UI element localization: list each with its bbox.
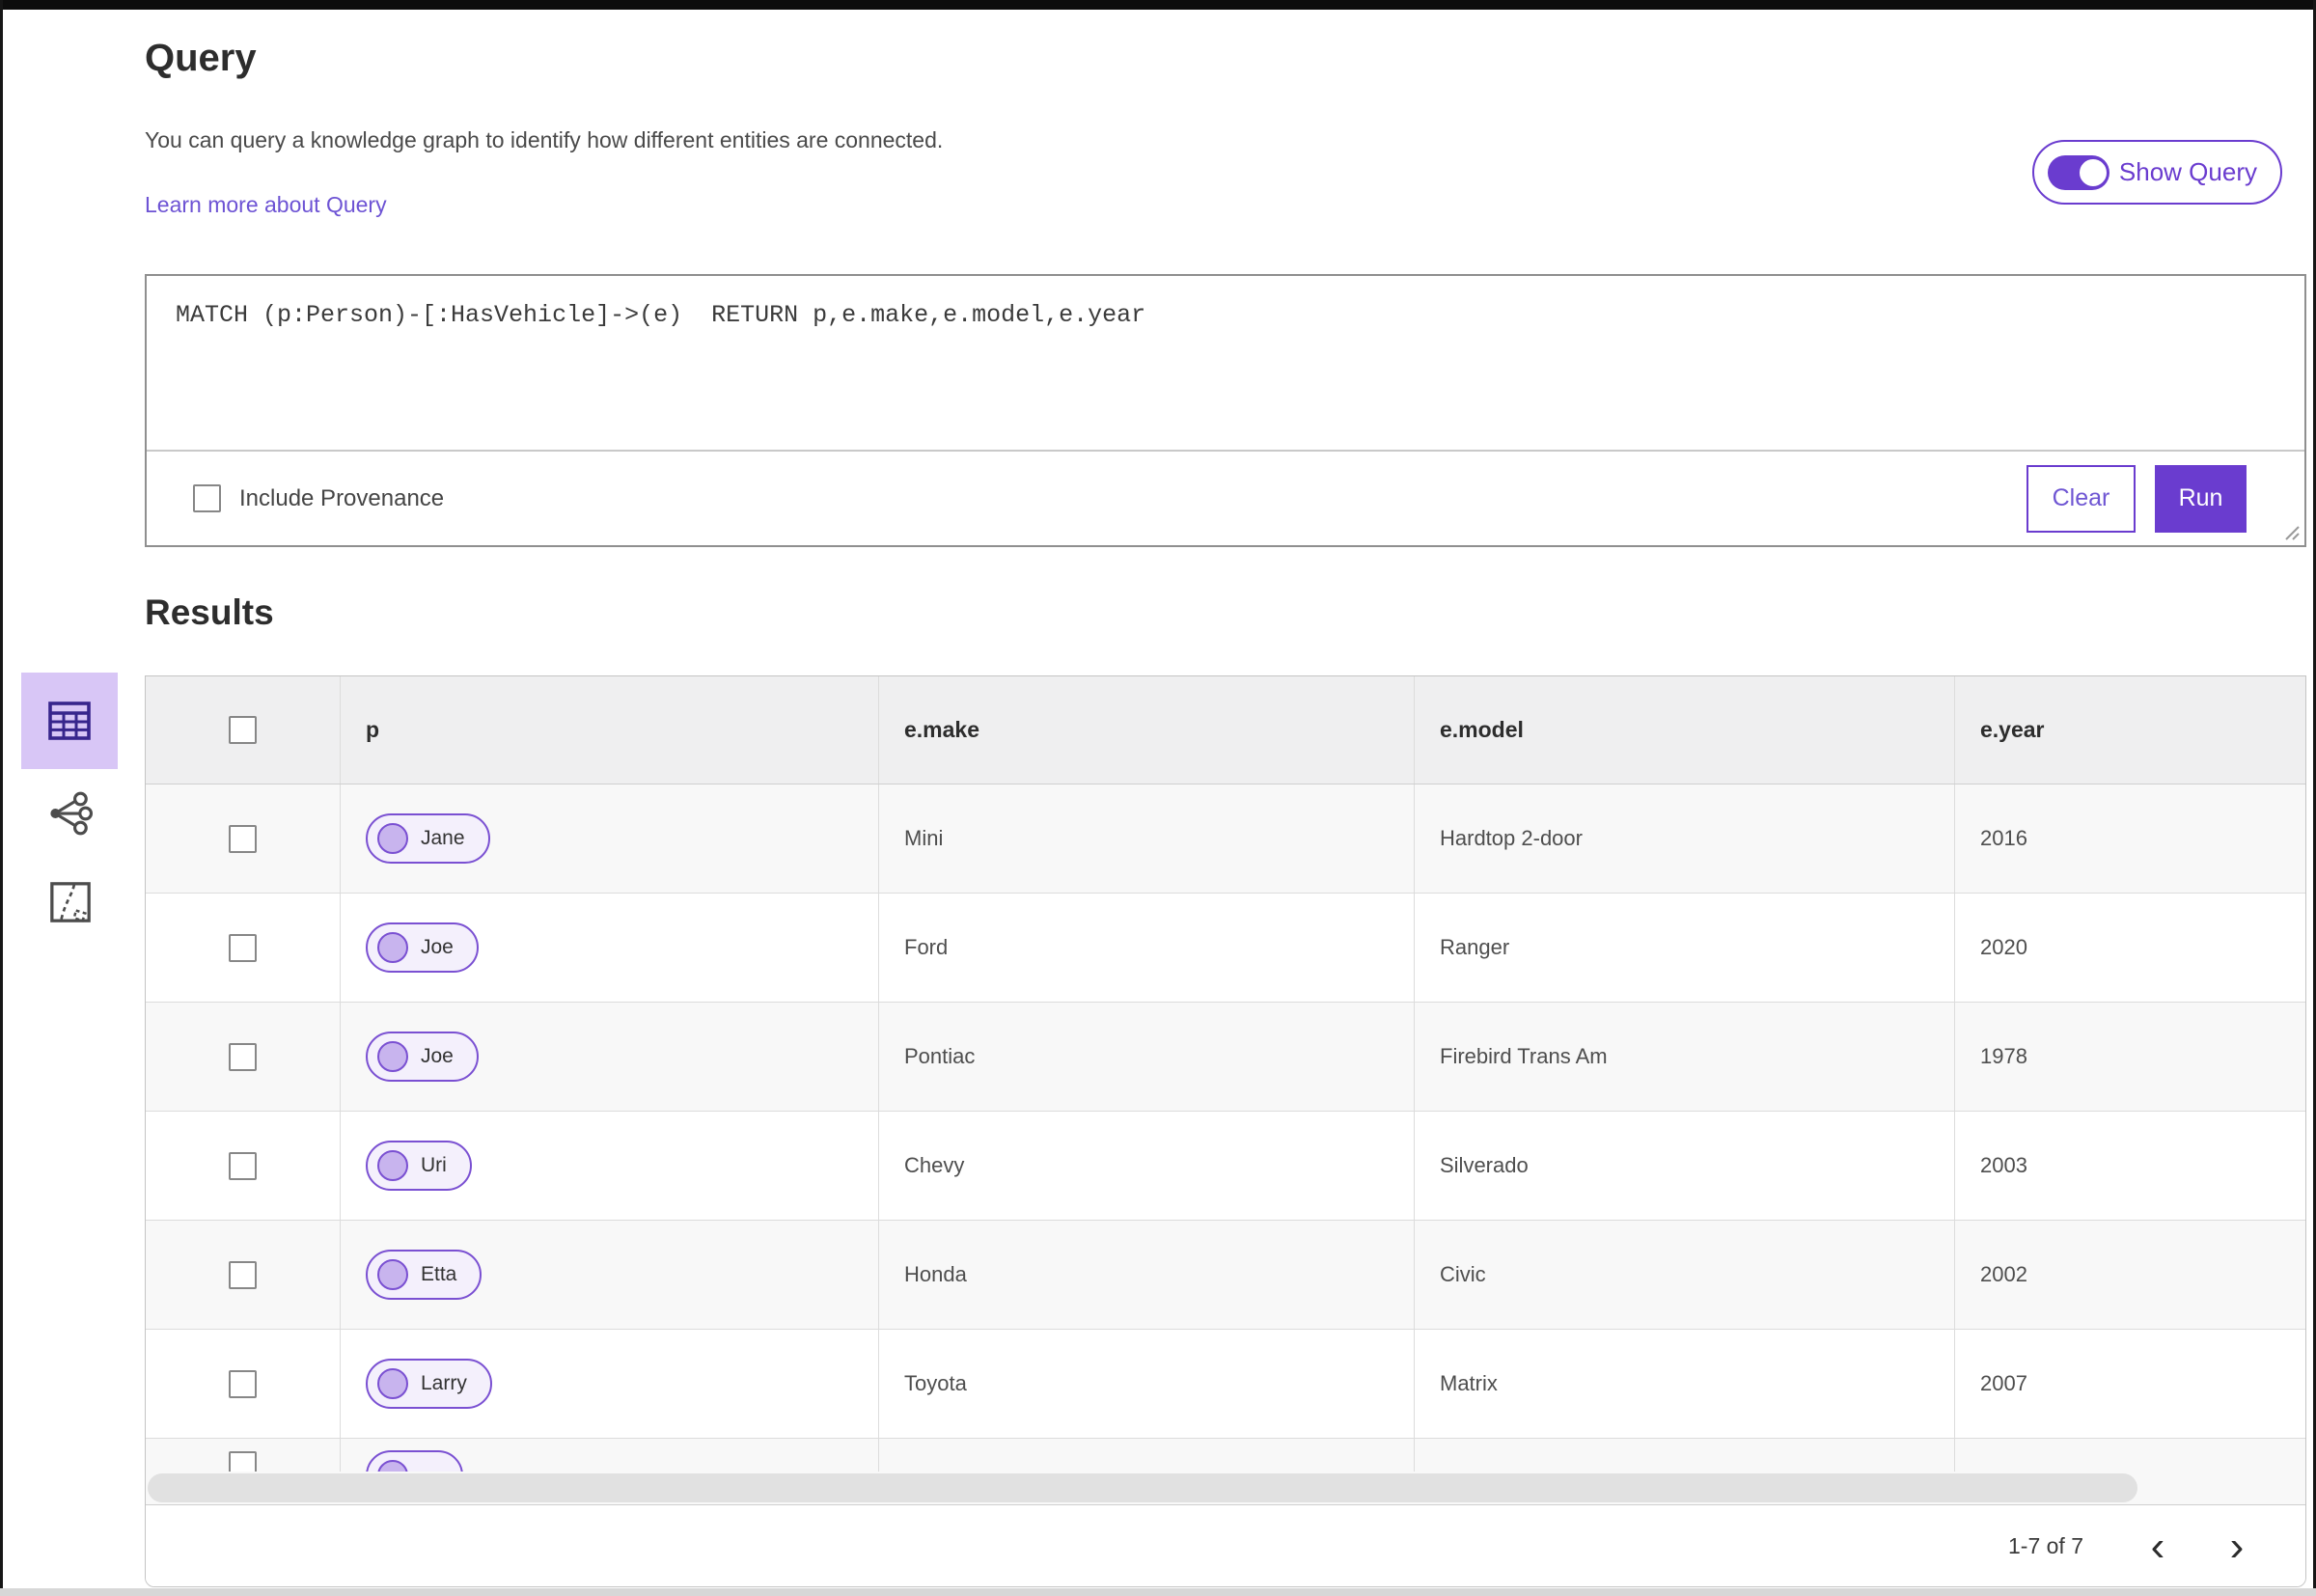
entity-node-icon xyxy=(377,1460,408,1472)
query-editor-panel: MATCH (p:Person)-[:HasVehicle]->(e) RETU… xyxy=(145,274,2306,547)
entity-pill[interactable]: Uri xyxy=(366,1141,472,1191)
select-all-checkbox[interactable] xyxy=(229,716,257,744)
cell-make: Honda xyxy=(904,1262,967,1286)
cell-model: Silverado xyxy=(1440,1153,1529,1177)
query-description: You can query a knowledge graph to ident… xyxy=(145,127,944,152)
entity-pill[interactable]: Etta xyxy=(366,1250,482,1300)
cell-make: Chevy xyxy=(904,1153,965,1177)
query-textarea[interactable]: MATCH (p:Person)-[:HasVehicle]->(e) RETU… xyxy=(147,276,2304,452)
show-query-toggle[interactable]: Show Query xyxy=(2031,140,2282,205)
column-header-p: p xyxy=(366,717,380,742)
entity-label: Larry xyxy=(421,1372,467,1394)
row-checkbox[interactable] xyxy=(229,1042,257,1071)
entity-node-icon xyxy=(377,932,408,963)
cell-year: 1978 xyxy=(1980,1044,2027,1068)
column-header-model: e.model xyxy=(1440,717,1524,742)
map-view-icon xyxy=(50,882,91,922)
entity-node-icon xyxy=(377,1368,408,1399)
table-row: Uri Chevy Silverado 2003 xyxy=(146,1112,2305,1221)
link-chart-view-button[interactable] xyxy=(46,789,95,838)
results-title: Results xyxy=(145,592,274,632)
query-panel-footer: Include Provenance Clear Run xyxy=(147,452,2304,545)
entity-node-icon xyxy=(377,823,408,854)
table-view-button[interactable] xyxy=(21,673,118,769)
show-query-label: Show Query xyxy=(2118,157,2257,186)
entity-pill[interactable]: Joe xyxy=(366,1032,479,1082)
pagination-prev-button[interactable]: ‹ xyxy=(2136,1525,2180,1569)
row-checkbox[interactable] xyxy=(229,1151,257,1180)
cell-make: Mini xyxy=(904,826,944,850)
row-checkbox[interactable] xyxy=(229,1450,257,1472)
row-checkbox[interactable] xyxy=(229,824,257,853)
cell-model: Matrix xyxy=(1440,1371,1498,1395)
include-provenance-checkbox[interactable] xyxy=(193,484,221,512)
row-checkbox[interactable] xyxy=(229,1369,257,1398)
entity-label xyxy=(421,1464,438,1472)
table-row: Jane Mini Hardtop 2-door 2016 xyxy=(146,784,2305,894)
horizontal-scrollbar xyxy=(146,1472,2305,1504)
page-title: Query xyxy=(145,37,257,79)
cell-make: Ford xyxy=(904,935,949,959)
link-chart-view-icon xyxy=(50,791,94,836)
horizontal-scrollbar-thumb[interactable] xyxy=(148,1473,2137,1502)
entity-pill[interactable] xyxy=(366,1450,463,1472)
pagination-next-button[interactable]: › xyxy=(2215,1525,2259,1569)
cell-year: 2007 xyxy=(1980,1371,2027,1395)
toggle-on-icon xyxy=(2047,154,2109,190)
clear-button[interactable]: Clear xyxy=(2026,464,2136,533)
entity-pill[interactable]: Joe xyxy=(366,922,479,973)
entity-pill[interactable]: Jane xyxy=(366,813,490,864)
entity-label: Joe xyxy=(421,1045,454,1067)
pagination-range: 1-7 of 7 xyxy=(2008,1533,2083,1558)
run-button[interactable]: Run xyxy=(2155,464,2247,533)
results-table-container: p e.make e.model e.year Jane Mini Hardto… xyxy=(145,675,2306,1587)
table-row: Joe Ford Ranger 2020 xyxy=(146,894,2305,1003)
entity-label: Joe xyxy=(421,936,454,958)
cell-model: Civic xyxy=(1440,1262,1486,1286)
row-checkbox[interactable] xyxy=(229,1260,257,1289)
window-left-edge xyxy=(0,0,3,1596)
entity-node-icon xyxy=(377,1259,408,1290)
cell-model: Hardtop 2-door xyxy=(1440,826,1583,850)
window-top-edge xyxy=(0,0,2316,10)
cell-make: Toyota xyxy=(904,1371,967,1395)
cell-model: Firebird Trans Am xyxy=(1440,1044,1608,1068)
table-row: Larry Toyota Matrix 2007 xyxy=(146,1330,2305,1439)
map-view-button[interactable] xyxy=(48,880,93,924)
column-header-make: e.make xyxy=(904,717,980,742)
include-provenance-label: Include Provenance xyxy=(239,484,445,511)
entity-label: Etta xyxy=(421,1263,457,1285)
learn-more-link[interactable]: Learn more about Query xyxy=(145,192,387,218)
table-row: Etta Honda Civic 2002 xyxy=(146,1221,2305,1330)
entity-node-icon xyxy=(377,1150,408,1181)
cell-model: Ranger xyxy=(1440,935,1510,959)
cell-year: 2003 xyxy=(1980,1153,2027,1177)
table-header-row: p e.make e.model e.year xyxy=(146,676,2305,784)
entity-node-icon xyxy=(377,1041,408,1072)
table-row: Joe Pontiac Firebird Trans Am 1978 xyxy=(146,1003,2305,1112)
column-header-year: e.year xyxy=(1980,717,2045,742)
table-row-partial xyxy=(146,1439,2305,1472)
window-bottom-edge xyxy=(0,1588,2316,1596)
query-page: Query You can query a knowledge graph to… xyxy=(0,0,2316,1596)
entity-label: Uri xyxy=(421,1154,447,1176)
entity-pill[interactable]: Larry xyxy=(366,1359,492,1409)
entity-label: Jane xyxy=(421,827,465,849)
cell-year: 2016 xyxy=(1980,826,2027,850)
cell-make: Pontiac xyxy=(904,1044,976,1068)
cell-year: 2002 xyxy=(1980,1262,2027,1286)
table-pagination-footer: 1-7 of 7 ‹ › xyxy=(146,1504,2305,1586)
table-view-icon xyxy=(48,702,91,740)
row-checkbox[interactable] xyxy=(229,933,257,962)
cell-year: 2020 xyxy=(1980,935,2027,959)
